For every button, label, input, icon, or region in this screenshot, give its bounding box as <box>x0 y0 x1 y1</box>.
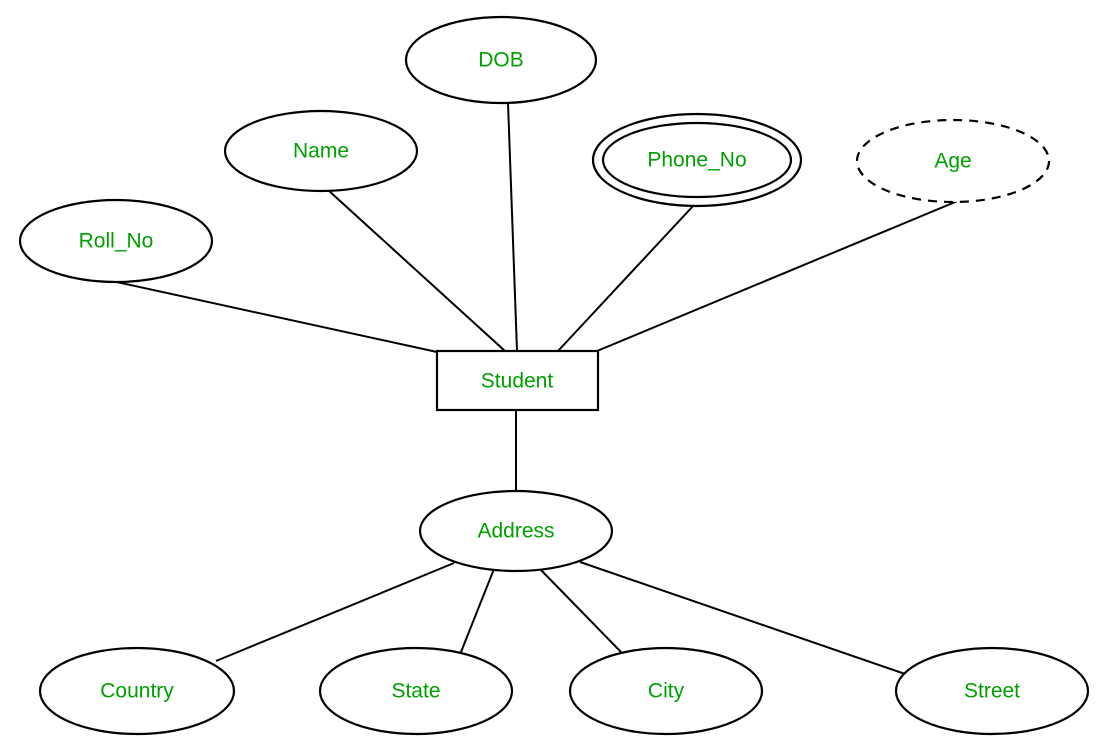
street-label: Street <box>964 680 1020 703</box>
phone-no-label: Phone_No <box>647 149 746 172</box>
edge-rollno-student <box>111 280 438 353</box>
node-name[interactable]: Name <box>223 109 419 193</box>
node-state[interactable]: State <box>318 646 514 736</box>
node-roll-no[interactable]: Roll_No <box>18 198 214 284</box>
node-dob[interactable]: DOB <box>404 15 598 105</box>
age-label: Age <box>934 150 971 173</box>
node-country[interactable]: Country <box>38 646 236 736</box>
edge-address-country <box>215 562 455 662</box>
edge-address-city <box>539 568 622 653</box>
node-phone-no[interactable]: Phone_No <box>591 112 803 208</box>
node-age[interactable]: Age <box>855 118 1051 204</box>
student-label: Student <box>481 370 554 393</box>
country-label: Country <box>100 680 174 703</box>
edge-age-student <box>596 199 961 352</box>
name-label: Name <box>293 140 349 163</box>
dob-label: DOB <box>478 49 524 72</box>
edge-dob-student <box>507 102 518 352</box>
roll-no-label: Roll_No <box>79 230 154 253</box>
address-label: Address <box>477 520 554 543</box>
state-label: State <box>391 680 440 703</box>
city-label: City <box>648 680 685 703</box>
edge-address-state <box>460 568 495 653</box>
node-student[interactable]: Student <box>435 349 600 412</box>
node-city[interactable]: City <box>568 646 764 736</box>
node-address[interactable]: Address <box>418 489 614 573</box>
node-street[interactable]: Street <box>894 646 1090 736</box>
edge-phoneno-student <box>557 204 695 352</box>
er-diagram-canvas: Roll_No Name DOB Phone_No Age Student Ad… <box>0 0 1112 753</box>
edge-name-student <box>327 189 506 352</box>
